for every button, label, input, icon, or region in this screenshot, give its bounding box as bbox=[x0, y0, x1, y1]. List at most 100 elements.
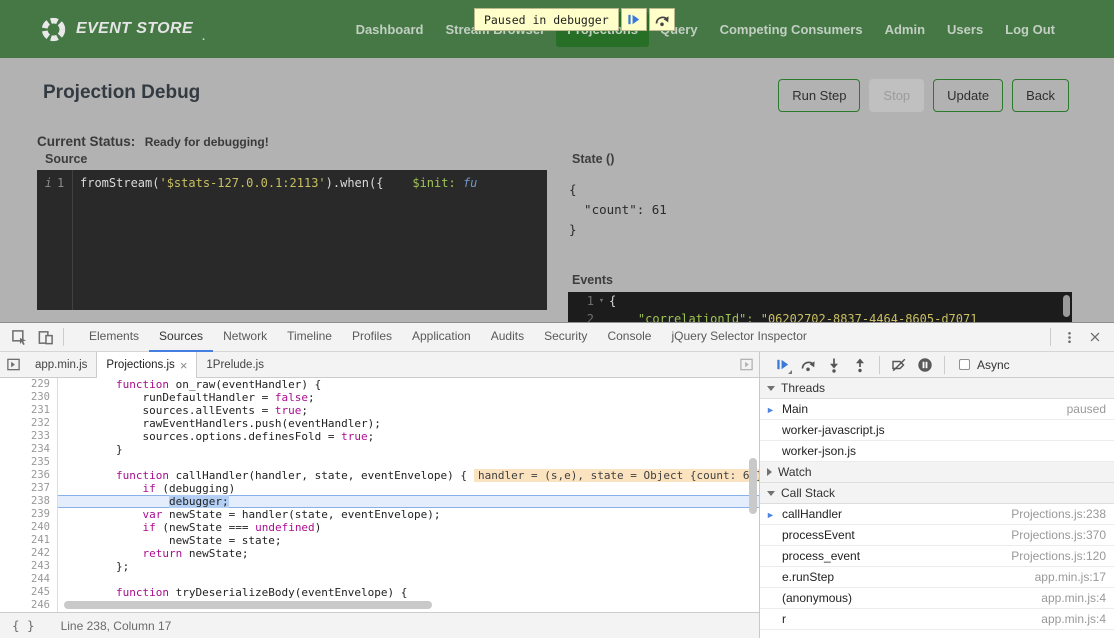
close-icon bbox=[1088, 330, 1102, 344]
back-button[interactable]: Back bbox=[1012, 79, 1069, 112]
horizontal-scrollbar-thumb[interactable] bbox=[64, 601, 432, 609]
line-number[interactable]: 231 bbox=[0, 404, 58, 417]
line-number[interactable]: 243 bbox=[0, 560, 58, 573]
code-line-content[interactable] bbox=[58, 456, 759, 469]
code-line-content[interactable]: return newState; bbox=[58, 547, 759, 560]
devtools-tab-profiles[interactable]: Profiles bbox=[342, 323, 402, 352]
source-code-line[interactable]: fromStream('$stats-127.0.0.1:2113').when… bbox=[73, 170, 547, 310]
code-line-content[interactable] bbox=[58, 573, 759, 586]
line-number[interactable]: 245 bbox=[0, 586, 58, 599]
code-line-content[interactable]: function callHandler(handler, state, eve… bbox=[58, 469, 759, 482]
source-editor[interactable]: i1 fromStream('$stats-127.0.0.1:2113').w… bbox=[37, 170, 547, 310]
line-number[interactable]: 230 bbox=[0, 391, 58, 404]
async-checkbox[interactable] bbox=[959, 359, 970, 370]
deactivate-breakpoints-button[interactable] bbox=[887, 353, 911, 377]
current-status: Current Status: Ready for debugging! bbox=[37, 133, 269, 151]
line-number[interactable]: 235 bbox=[0, 456, 58, 469]
code-line-content[interactable]: function on_raw(eventHandler) { bbox=[58, 378, 759, 391]
section-header-threads[interactable]: Threads bbox=[760, 378, 1114, 399]
file-tab-1prelude-js[interactable]: 1Prelude.js bbox=[197, 352, 273, 377]
file-tab-projections-js[interactable]: Projections.js× bbox=[96, 352, 197, 378]
line-number[interactable]: 233 bbox=[0, 430, 58, 443]
devtools-tab-sources[interactable]: Sources bbox=[149, 323, 213, 352]
code-line-content[interactable]: var newState = handler(state, eventEnvel… bbox=[58, 508, 759, 521]
devtools-tab-audits[interactable]: Audits bbox=[481, 323, 534, 352]
nav-item-admin[interactable]: Admin bbox=[874, 12, 936, 47]
sidebar-row-worker-json-js[interactable]: worker-json.js bbox=[760, 441, 1114, 462]
update-button[interactable]: Update bbox=[933, 79, 1003, 112]
code-line-content[interactable]: debugger; bbox=[58, 495, 759, 508]
nav-item-dashboard[interactable]: Dashboard bbox=[345, 12, 435, 47]
devtools-tab-security[interactable]: Security bbox=[534, 323, 597, 352]
nav-item-log-out[interactable]: Log Out bbox=[994, 12, 1066, 47]
line-number[interactable]: 232 bbox=[0, 417, 58, 430]
code-line-content[interactable]: sources.allEvents = true; bbox=[58, 404, 759, 417]
sidebar-row-anonymous[interactable]: (anonymous)app.min.js:4 bbox=[760, 588, 1114, 609]
fold-icon[interactable]: ▾ bbox=[594, 292, 609, 310]
deactivate-breakpoints-icon bbox=[891, 357, 907, 373]
nav-item-competing-consumers[interactable]: Competing Consumers bbox=[709, 12, 874, 47]
code-line-content[interactable]: }; bbox=[58, 560, 759, 573]
events-editor[interactable]: 1▾{2 "correlationId": "06202702-8837-446… bbox=[568, 292, 1072, 322]
overlay-step-over-button[interactable] bbox=[649, 8, 675, 31]
line-number[interactable]: 244 bbox=[0, 573, 58, 586]
code-line-content[interactable]: function tryDeserializeBody(eventEnvelop… bbox=[58, 586, 759, 599]
show-navigator-button[interactable] bbox=[0, 352, 26, 377]
line-number[interactable]: 241 bbox=[0, 534, 58, 547]
sidebar-row-process-event[interactable]: process_eventProjections.js:120 bbox=[760, 546, 1114, 567]
code-line-content[interactable]: sources.options.definesFold = true; bbox=[58, 430, 759, 443]
run-step-button[interactable]: Run Step bbox=[778, 79, 860, 112]
code-line-content[interactable]: rawEventHandlers.push(eventHandler); bbox=[58, 417, 759, 430]
tab-close-icon[interactable]: × bbox=[180, 358, 188, 373]
sidebar-row-main[interactable]: ►Mainpaused bbox=[760, 399, 1114, 420]
code-line-content[interactable]: runDefaultHandler = false; bbox=[58, 391, 759, 404]
sidebar-row-processevent[interactable]: processEventProjections.js:370 bbox=[760, 525, 1114, 546]
line-number[interactable]: 246 bbox=[0, 599, 58, 612]
devtools-tab-application[interactable]: Application bbox=[402, 323, 481, 352]
sidebar-row-callhandler[interactable]: ►callHandlerProjections.js:238 bbox=[760, 504, 1114, 525]
brand-text: EVENT STORE bbox=[76, 20, 193, 38]
inspect-element-button[interactable] bbox=[6, 324, 32, 350]
code-line-content[interactable]: if (debugging) bbox=[58, 482, 759, 495]
toolbar-divider-right bbox=[1050, 328, 1051, 346]
sidebar-row-r[interactable]: rapp.min.js:4 bbox=[760, 609, 1114, 630]
code-line-content[interactable]: newState = state; bbox=[58, 534, 759, 547]
code-line-content[interactable]: } bbox=[58, 443, 759, 456]
line-number[interactable]: 234 bbox=[0, 443, 58, 456]
line-number[interactable]: 238 bbox=[0, 495, 58, 508]
devtools-tab-timeline[interactable]: Timeline bbox=[277, 323, 342, 352]
code-editor[interactable]: 229 function on_raw(eventHandler) {230 r… bbox=[0, 378, 759, 612]
devtools-tab-jquery-selector-inspector[interactable]: jQuery Selector Inspector bbox=[661, 323, 816, 352]
line-number[interactable]: 242 bbox=[0, 547, 58, 560]
pause-on-exceptions-button[interactable] bbox=[913, 353, 937, 377]
step-out-button[interactable] bbox=[848, 353, 872, 377]
toggle-sidebar-button[interactable] bbox=[733, 352, 759, 377]
section-header-watch[interactable]: Watch bbox=[760, 462, 1114, 483]
step-over-button[interactable] bbox=[796, 353, 820, 377]
event-store-logo[interactable]: EVENT STORE . bbox=[40, 16, 205, 43]
code-line-content[interactable]: if (newState === undefined) bbox=[58, 521, 759, 534]
nav-item-users[interactable]: Users bbox=[936, 12, 994, 47]
line-number[interactable]: 240 bbox=[0, 521, 58, 534]
code-line-234: 234 } bbox=[0, 443, 759, 456]
line-number[interactable]: 239 bbox=[0, 508, 58, 521]
pretty-print-button[interactable]: { } bbox=[12, 618, 35, 633]
devtools-tab-elements[interactable]: Elements bbox=[79, 323, 149, 352]
section-header-call-stack[interactable]: Call Stack bbox=[760, 483, 1114, 504]
file-tab-app-min-js[interactable]: app.min.js bbox=[26, 352, 96, 377]
overlay-resume-button[interactable] bbox=[621, 8, 647, 31]
line-number[interactable]: 236 bbox=[0, 469, 58, 482]
line-number[interactable]: 237 bbox=[0, 482, 58, 495]
vertical-scrollbar-thumb[interactable] bbox=[749, 458, 757, 514]
events-scrollbar-thumb[interactable] bbox=[1063, 295, 1070, 317]
step-into-button[interactable] bbox=[822, 353, 846, 377]
devtools-tab-console[interactable]: Console bbox=[597, 323, 661, 352]
device-toolbar-button[interactable] bbox=[32, 324, 58, 350]
sidebar-row-worker-javascript-js[interactable]: worker-javascript.js bbox=[760, 420, 1114, 441]
sidebar-row-e-runstep[interactable]: e.runStepapp.min.js:17 bbox=[760, 567, 1114, 588]
resume-button[interactable] bbox=[770, 353, 794, 377]
devtools-tab-network[interactable]: Network bbox=[213, 323, 277, 352]
line-number[interactable]: 229 bbox=[0, 378, 58, 391]
overflow-menu-button[interactable] bbox=[1056, 324, 1082, 350]
close-devtools-button[interactable] bbox=[1082, 324, 1108, 350]
